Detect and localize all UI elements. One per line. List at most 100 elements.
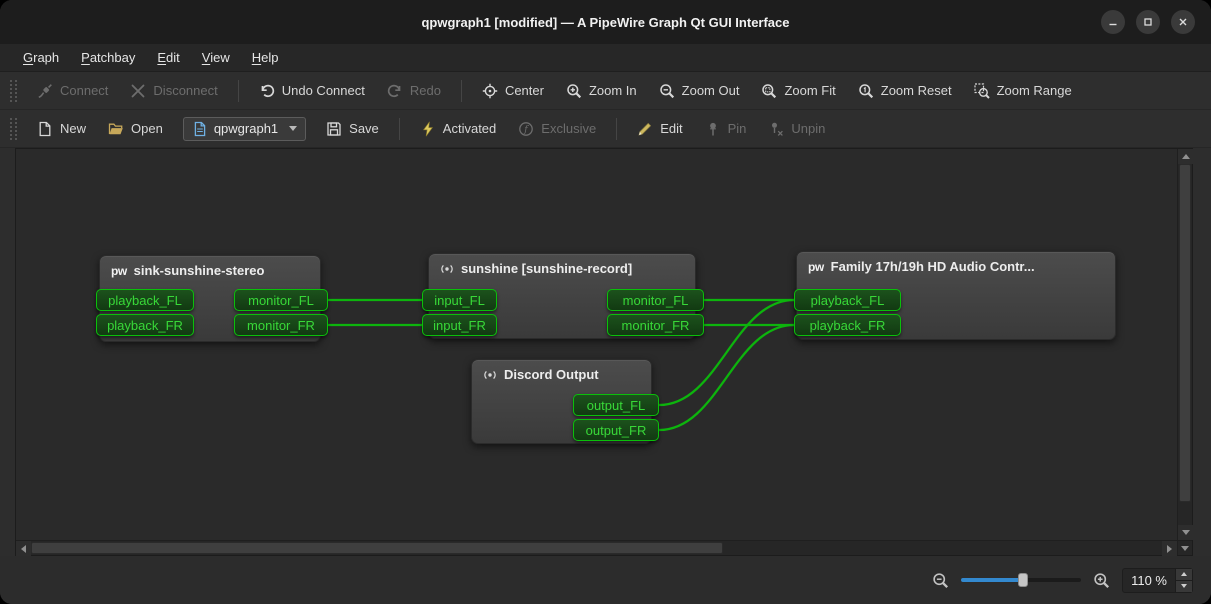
pin-button[interactable]: Pin <box>695 116 757 142</box>
window-title: qpwgraph1 [modified] — A PipeWire Graph … <box>421 15 789 30</box>
toolbar-separator <box>461 80 462 102</box>
scroll-right-button[interactable] <box>1162 541 1177 556</box>
port-sink-monitor-fr[interactable]: monitor_FR <box>234 314 328 336</box>
scroll-down-button[interactable] <box>1178 525 1193 540</box>
zoom-out-icon[interactable] <box>932 572 949 589</box>
maximize-button[interactable] <box>1136 10 1160 34</box>
center-button[interactable]: Center <box>472 78 554 104</box>
connect-icon <box>37 83 53 99</box>
horizontal-scroll-thumb[interactable] <box>31 542 723 554</box>
scroll-left-button[interactable] <box>16 541 31 556</box>
save-patchbay-button[interactable]: Save <box>316 116 389 142</box>
zoom-slider[interactable] <box>961 572 1081 588</box>
toolbar-separator <box>399 118 400 140</box>
port-sunshine-monitor-fl[interactable]: monitor_FL <box>607 289 704 311</box>
zoom-value[interactable]: 110 % <box>1123 569 1175 592</box>
port-sink-playback-fl[interactable]: playback_FL <box>96 289 194 311</box>
statusbar: 110 % <box>0 556 1211 604</box>
connect-button[interactable]: Connect <box>27 78 118 104</box>
port-sunshine-input-fl[interactable]: input_FL <box>422 289 497 311</box>
vertical-scrollbar[interactable] <box>1177 149 1192 540</box>
pipewire-icon: pw <box>111 264 127 278</box>
new-file-icon <box>37 121 53 137</box>
edit-patchbay-button[interactable]: Edit <box>627 116 692 142</box>
zoom-out-button[interactable]: Zoom Out <box>649 78 750 104</box>
toolbar-separator <box>616 118 617 140</box>
disconnect-button[interactable]: Disconnect <box>120 78 227 104</box>
monitor-source-icon <box>440 262 454 276</box>
zoom-reset-button[interactable]: Zoom Reset <box>848 78 962 104</box>
zoom-slider-handle[interactable] <box>1018 573 1028 587</box>
port-sink-playback-fr[interactable]: playback_FR <box>96 314 194 336</box>
patchbay-select[interactable]: qpwgraph1 <box>183 117 306 141</box>
zoom-spinbox[interactable]: 110 % <box>1122 568 1193 593</box>
exclusive-toggle[interactable]: f Exclusive <box>508 116 606 142</box>
exclusive-icon: f <box>518 121 534 137</box>
toolbar-separator <box>238 80 239 102</box>
zoom-in-button[interactable]: Zoom In <box>556 78 647 104</box>
horizontal-scrollbar[interactable] <box>16 541 1177 555</box>
scroll-up-button[interactable] <box>1178 149 1193 164</box>
node-title: Discord Output <box>504 367 599 382</box>
menubar: Graph Patchbay Edit View Help <box>0 44 1211 72</box>
node-title: sink-sunshine-stereo <box>134 263 265 278</box>
zoom-range-icon <box>974 83 990 99</box>
connection-discord-output-fr-to-family-playback-fr[interactable] <box>659 325 794 430</box>
titlebar: qpwgraph1 [modified] — A PipeWire Graph … <box>0 0 1211 44</box>
port-sink-monitor-fl[interactable]: monitor_FL <box>234 289 328 311</box>
zoom-in-icon <box>566 83 582 99</box>
zoom-range-button[interactable]: Zoom Range <box>964 78 1082 104</box>
arrow-left-icon <box>21 545 26 553</box>
redo-button[interactable]: Redo <box>377 78 451 104</box>
port-sunshine-input-fr[interactable]: input_FR <box>422 314 497 336</box>
monitor-source-icon <box>483 368 497 382</box>
menu-help[interactable]: Help <box>241 44 290 71</box>
menu-view[interactable]: View <box>191 44 241 71</box>
open-patchbay-button[interactable]: Open <box>98 116 173 142</box>
new-patchbay-button[interactable]: New <box>27 116 96 142</box>
toolbar-graph: Connect Disconnect Undo Connect Redo Cen… <box>0 72 1211 110</box>
zoom-fit-icon <box>761 83 777 99</box>
port-family-playback-fr[interactable]: playback_FR <box>794 314 901 336</box>
minimize-icon <box>1107 16 1119 28</box>
menu-edit[interactable]: Edit <box>146 44 190 71</box>
node-title: sunshine [sunshine-record] <box>461 261 632 276</box>
zoom-reset-icon <box>858 83 874 99</box>
port-sunshine-monitor-fr[interactable]: monitor_FR <box>607 314 704 336</box>
zoom-in-icon[interactable] <box>1093 572 1110 589</box>
activated-toggle[interactable]: Activated <box>410 116 506 142</box>
zoom-increase-button[interactable] <box>1176 569 1192 581</box>
zoom-spinner-buttons <box>1175 569 1192 592</box>
patchbay-select-value: qpwgraph1 <box>214 121 278 136</box>
toolbar-handle[interactable] <box>10 80 17 102</box>
horizontal-scroll-track[interactable] <box>31 541 1162 555</box>
toolbar-patchbay: New Open qpwgraph1 Save Activated f Excl… <box>0 110 1211 148</box>
undo-icon <box>259 83 275 99</box>
close-button[interactable] <box>1171 10 1195 34</box>
graph-canvas[interactable]: pw sink-sunshine-stereo sunshine [sunshi… <box>16 149 1177 540</box>
port-discord-output-fl[interactable]: output_FL <box>573 394 659 416</box>
lightning-icon <box>420 121 436 137</box>
chevron-down-icon <box>289 126 297 131</box>
zoom-fit-button[interactable]: Zoom Fit <box>751 78 845 104</box>
unpin-button[interactable]: Unpin <box>758 116 835 142</box>
vertical-scroll-thumb[interactable] <box>1179 164 1191 502</box>
arrow-down-icon <box>1181 584 1187 588</box>
menu-graph[interactable]: Graph <box>12 44 70 71</box>
port-family-playback-fl[interactable]: playback_FL <box>794 289 901 311</box>
zoom-decrease-button[interactable] <box>1176 581 1192 592</box>
graph-view-frame: pw sink-sunshine-stereo sunshine [sunshi… <box>15 148 1193 556</box>
arrow-down-icon <box>1181 546 1189 551</box>
vertical-scroll-track[interactable] <box>1178 164 1192 525</box>
arrow-up-icon <box>1181 572 1187 576</box>
port-discord-output-fr[interactable]: output_FR <box>573 419 659 441</box>
disconnect-icon <box>130 83 146 99</box>
menu-patchbay[interactable]: Patchbay <box>70 44 146 71</box>
minimize-button[interactable] <box>1101 10 1125 34</box>
connections-layer <box>16 149 1177 540</box>
toolbar-handle[interactable] <box>10 118 17 140</box>
arrow-right-icon <box>1167 545 1172 553</box>
undo-connect-button[interactable]: Undo Connect <box>249 78 375 104</box>
open-folder-icon <box>108 121 124 137</box>
maximize-icon <box>1142 16 1154 28</box>
